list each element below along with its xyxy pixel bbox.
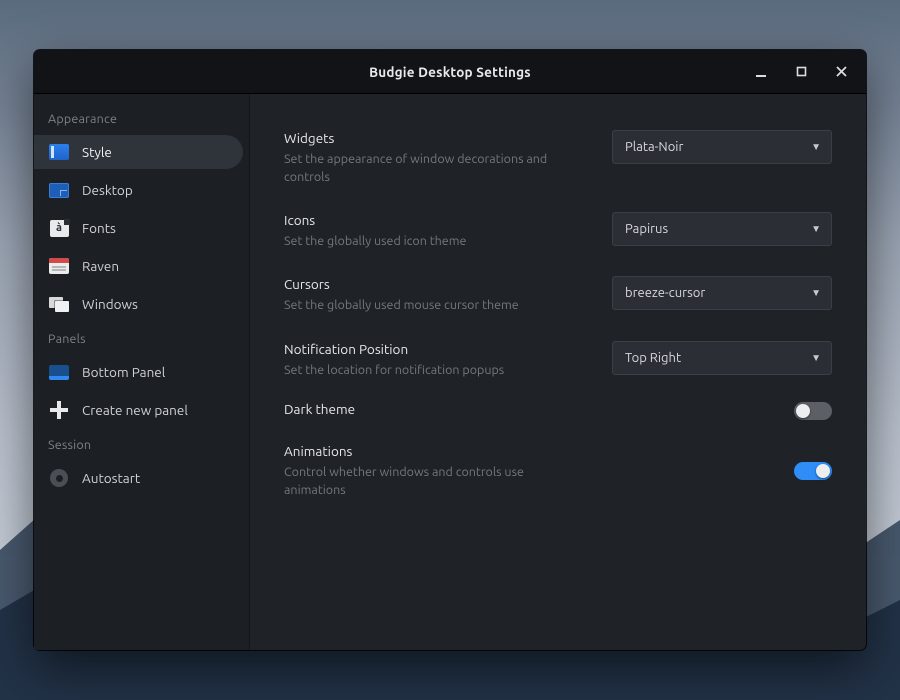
setting-description: Set the globally used icon theme [284, 232, 584, 250]
sidebar-section-label: Session [34, 430, 249, 458]
setting-description: Set the location for notification popups [284, 361, 584, 379]
combobox-value: Top Right [625, 351, 681, 365]
titlebar[interactable]: Budgie Desktop Settings [34, 50, 866, 94]
sidebar-item-style[interactable]: Style [34, 135, 243, 169]
setting-label: Cursors [284, 276, 584, 292]
sidebar-item-raven[interactable]: Raven [34, 249, 243, 283]
sidebar-item-label: Create new panel [82, 402, 188, 418]
style-icon [48, 142, 70, 162]
combobox-value: Plata-Noir [625, 140, 683, 154]
sidebar-item-label: Bottom Panel [82, 364, 165, 380]
sidebar-item-windows[interactable]: Windows [34, 287, 243, 321]
setting-label: Icons [284, 212, 584, 228]
setting-label: Dark theme [284, 401, 584, 417]
sidebar-item-new-panel[interactable]: Create new panel [34, 393, 243, 427]
animations-toggle[interactable] [794, 462, 832, 480]
setting-label: Widgets [284, 130, 584, 146]
setting-notification-position: Notification Position Set the location f… [284, 331, 832, 395]
icons-combobox[interactable]: Papirus ▼ [612, 212, 832, 246]
maximize-button[interactable] [782, 57, 820, 87]
fonts-icon: à [48, 218, 70, 238]
setting-label: Animations [284, 443, 584, 459]
widgets-combobox[interactable]: Plata-Noir ▼ [612, 130, 832, 164]
sidebar-item-desktop[interactable]: Desktop [34, 173, 243, 207]
chevron-down-icon: ▼ [811, 287, 821, 299]
sidebar-item-label: Fonts [82, 220, 116, 236]
setting-cursors: Cursors Set the globally used mouse curs… [284, 266, 832, 330]
chevron-down-icon: ▼ [811, 223, 821, 235]
desktop-icon [48, 180, 70, 200]
sidebar-item-label: Windows [82, 296, 138, 312]
raven-icon [48, 256, 70, 276]
notification-position-combobox[interactable]: Top Right ▼ [612, 341, 832, 375]
sidebar-item-autostart[interactable]: Autostart [34, 461, 243, 495]
settings-content: Widgets Set the appearance of window dec… [250, 94, 866, 650]
sidebar-item-label: Style [82, 144, 112, 160]
combobox-value: breeze-cursor [625, 286, 705, 300]
panel-icon [48, 362, 70, 382]
dark-theme-toggle[interactable] [794, 402, 832, 420]
windows-icon [48, 294, 70, 314]
gear-icon [48, 468, 70, 488]
chevron-down-icon: ▼ [811, 141, 821, 153]
setting-widgets: Widgets Set the appearance of window dec… [284, 120, 832, 202]
setting-animations: Animations Control whether windows and c… [284, 433, 832, 515]
sidebar: Appearance Style Desktop à Fonts Raven Windows… [34, 94, 250, 650]
sidebar-section-label: Appearance [34, 104, 249, 132]
setting-description: Control whether windows and controls use… [284, 463, 584, 499]
sidebar-item-bottom-panel[interactable]: Bottom Panel [34, 355, 243, 389]
sidebar-item-label: Desktop [82, 182, 133, 198]
sidebar-item-fonts[interactable]: à Fonts [34, 211, 243, 245]
settings-window: Budgie Desktop Settings Appearance Style D… [34, 50, 866, 650]
window-controls [742, 50, 860, 93]
cursors-combobox[interactable]: breeze-cursor ▼ [612, 276, 832, 310]
setting-label: Notification Position [284, 341, 584, 357]
sidebar-item-label: Autostart [82, 470, 140, 486]
minimize-button[interactable] [742, 57, 780, 87]
window-title: Budgie Desktop Settings [369, 64, 531, 80]
setting-dark-theme: Dark theme [284, 395, 832, 433]
setting-icons: Icons Set the globally used icon theme P… [284, 202, 832, 266]
sidebar-section-label: Panels [34, 324, 249, 352]
close-button[interactable] [822, 57, 860, 87]
sidebar-item-label: Raven [82, 258, 119, 274]
plus-icon [48, 400, 70, 420]
setting-description: Set the globally used mouse cursor theme [284, 296, 584, 314]
combobox-value: Papirus [625, 222, 668, 236]
chevron-down-icon: ▼ [811, 352, 821, 364]
setting-description: Set the appearance of window decorations… [284, 150, 584, 186]
